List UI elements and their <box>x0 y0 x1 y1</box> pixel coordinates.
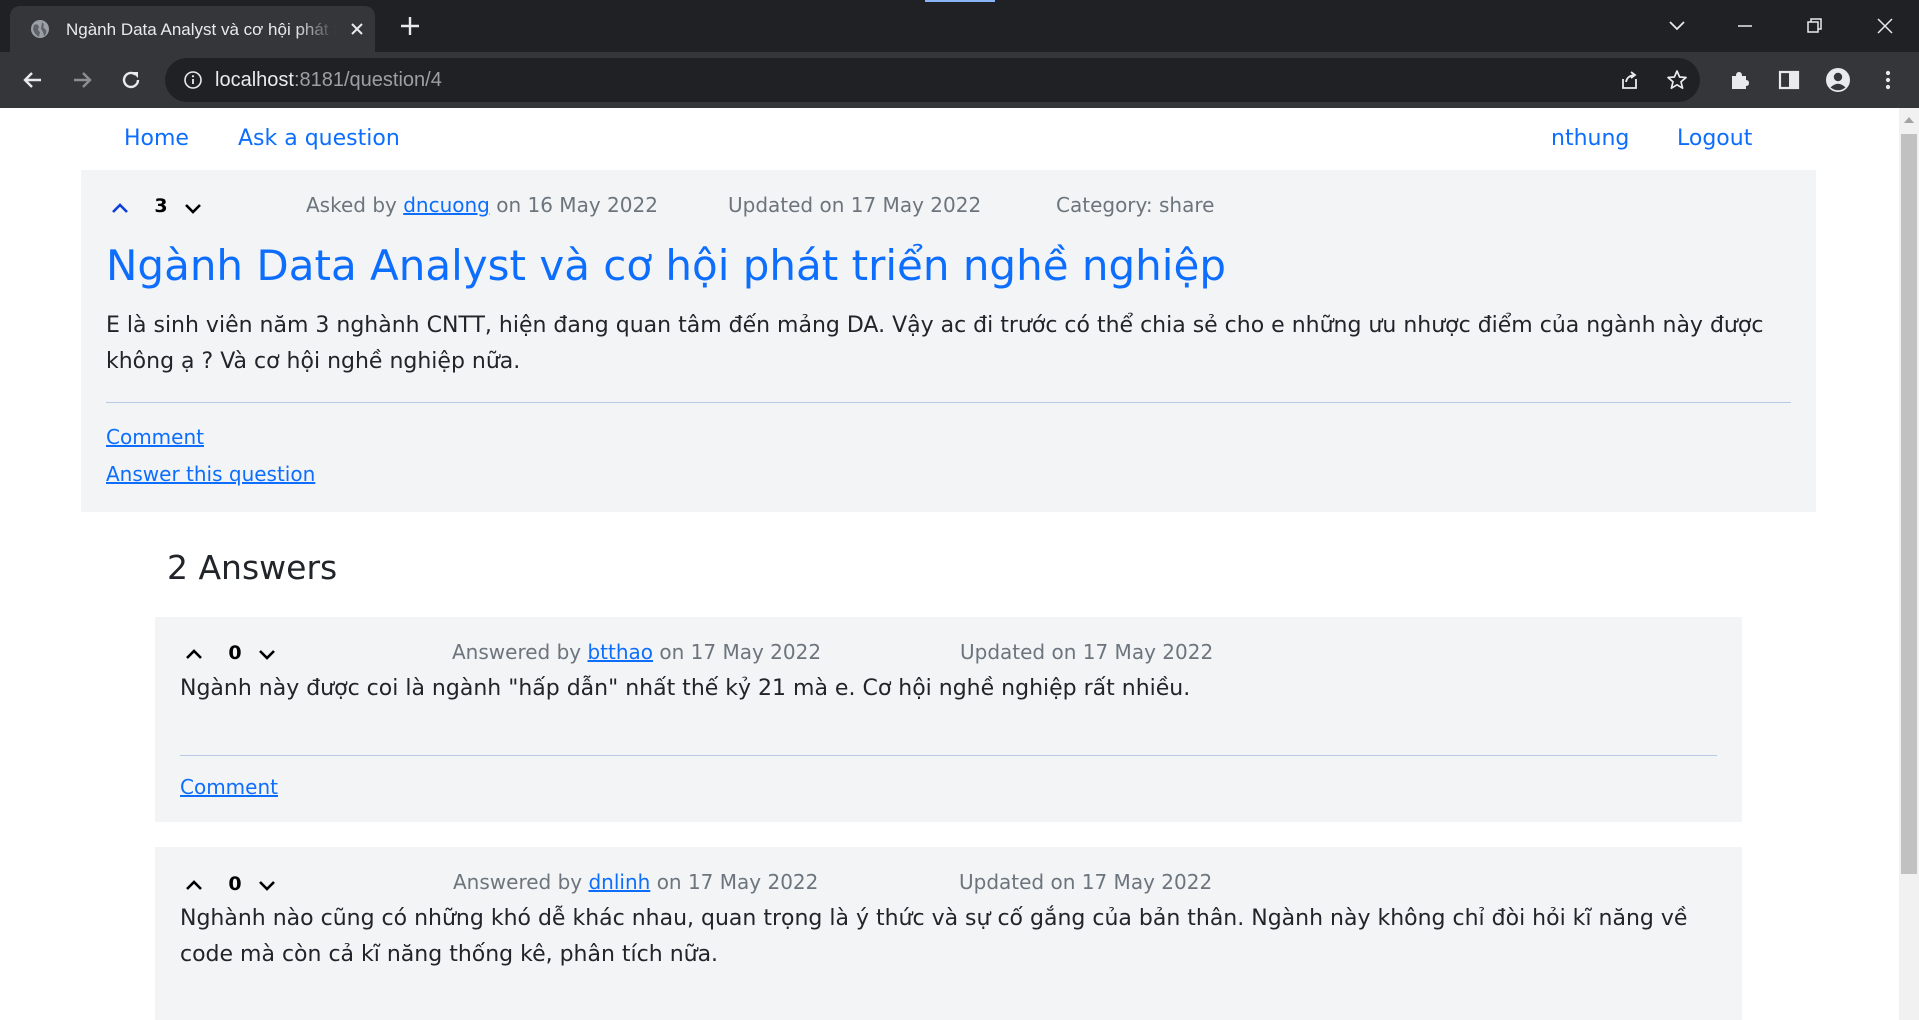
close-icon[interactable] <box>347 19 367 39</box>
forward-arrow-icon[interactable] <box>69 67 95 93</box>
url-path: :8181/question/4 <box>293 69 442 91</box>
question-author-link[interactable]: dncuong <box>403 193 490 217</box>
page-scrollbar[interactable] <box>1899 108 1919 1020</box>
question-vote-count: 3 <box>154 195 168 217</box>
question-title[interactable]: Ngành Data Analyst và cơ hội phát triển … <box>106 240 1226 292</box>
answer-divider <box>180 755 1717 756</box>
answer-body: Ngành này được coi là ngành "hấp dẫn" nh… <box>180 676 1191 701</box>
answer-updated-meta: Updated on 17 May 2022 <box>960 640 1214 664</box>
question-comment-link[interactable]: Comment <box>106 424 204 450</box>
question-asked-meta: Asked by dncuong on 16 May 2022 <box>306 192 658 218</box>
answer-vote-count: 0 <box>228 642 242 664</box>
downvote-arrow-icon[interactable] <box>178 193 208 223</box>
answer-meta: Answered by dnlinh on 17 May 2022 <box>453 869 818 895</box>
question-category: Category: share <box>1056 193 1215 217</box>
restore-icon[interactable] <box>1798 10 1830 42</box>
browser-toolbar: localhost:8181/question/4 <box>0 52 1919 108</box>
profile-avatar-icon[interactable] <box>1825 67 1851 93</box>
new-tab-icon[interactable] <box>397 13 423 39</box>
reload-icon[interactable] <box>118 67 144 93</box>
page-content: Home Ask a question nthung Logout 3 Aske… <box>0 108 1899 1020</box>
url-host: localhost <box>215 69 294 91</box>
downvote-arrow-icon[interactable] <box>252 870 282 900</box>
answered-date: on 17 May 2022 <box>656 870 819 894</box>
answer-vote-count: 0 <box>228 873 242 895</box>
question-updated-meta: Updated on 17 May 2022 <box>728 193 982 217</box>
answer-updated-meta: Updated on 17 May 2022 <box>959 870 1213 894</box>
question-card: 3 Asked by dncuong on 16 May 2022 Update… <box>81 170 1816 512</box>
answer-question-link[interactable]: Answer this question <box>106 461 315 487</box>
answers-heading: 2 Answers <box>167 548 338 587</box>
side-panel-icon[interactable] <box>1776 67 1802 93</box>
address-bar[interactable]: localhost:8181/question/4 <box>165 58 1700 102</box>
downvote-arrow-icon[interactable] <box>252 639 282 669</box>
nav-ask-question-link[interactable]: Ask a question <box>238 124 400 154</box>
asked-by-label: Asked by <box>306 193 397 217</box>
url-text[interactable]: localhost:8181/question/4 <box>215 68 442 92</box>
question-body: E là sinh viên năm 3 nghành CNTT, hiện đ… <box>106 313 1764 374</box>
answer-comment-link[interactable]: Comment <box>180 774 278 800</box>
share-icon[interactable] <box>1617 68 1641 92</box>
answer-author-link[interactable]: btthao <box>587 640 653 664</box>
upvote-arrow-icon[interactable] <box>179 639 209 669</box>
back-arrow-icon[interactable] <box>20 67 46 93</box>
question-divider <box>106 402 1791 403</box>
answer-author-link[interactable]: dnlinh <box>588 870 650 894</box>
globe-icon <box>31 20 49 38</box>
minimize-icon[interactable] <box>1729 10 1761 42</box>
scroll-up-arrow-icon[interactable] <box>1903 114 1915 124</box>
answer-body: Nghành nào cũng có những khó dễ khác nha… <box>180 906 1688 967</box>
answered-by-label: Answered by <box>452 640 582 664</box>
tab-title: Ngành Data Analyst và cơ hội phát triển … <box>66 20 336 39</box>
site-info-icon[interactable] <box>183 70 203 90</box>
window-close-icon[interactable] <box>1869 10 1901 42</box>
answer-card: 0 Answered by dnlinh on 17 May 2022 Upda… <box>155 847 1742 1020</box>
upvote-arrow-icon[interactable] <box>105 193 135 223</box>
asked-date: on 16 May 2022 <box>496 193 658 217</box>
scrollbar-thumb[interactable] <box>1901 134 1917 874</box>
tab-search-chevron-icon[interactable] <box>1661 10 1693 42</box>
bookmark-star-icon[interactable] <box>1665 68 1689 92</box>
answered-date: on 17 May 2022 <box>659 640 822 664</box>
browser-chrome: Ngành Data Analyst và cơ hội phát triển … <box>0 0 1919 108</box>
answer-card: 0 Answered by btthao on 17 May 2022 Upda… <box>155 617 1742 822</box>
nav-user-link[interactable]: nthung <box>1551 124 1629 154</box>
answer-meta: Answered by btthao on 17 May 2022 <box>452 639 821 665</box>
extensions-puzzle-icon[interactable] <box>1727 67 1753 93</box>
nav-logout-link[interactable]: Logout <box>1677 124 1752 154</box>
answered-by-label: Answered by <box>453 870 583 894</box>
tab-search-indicator <box>925 0 995 2</box>
browser-tab[interactable]: Ngành Data Analyst và cơ hội phát triển … <box>10 6 375 52</box>
nav-home-link[interactable]: Home <box>124 124 189 154</box>
tab-strip: Ngành Data Analyst và cơ hội phát triển … <box>0 0 1919 52</box>
browser-menu-icon[interactable] <box>1875 67 1901 93</box>
upvote-arrow-icon[interactable] <box>179 870 209 900</box>
